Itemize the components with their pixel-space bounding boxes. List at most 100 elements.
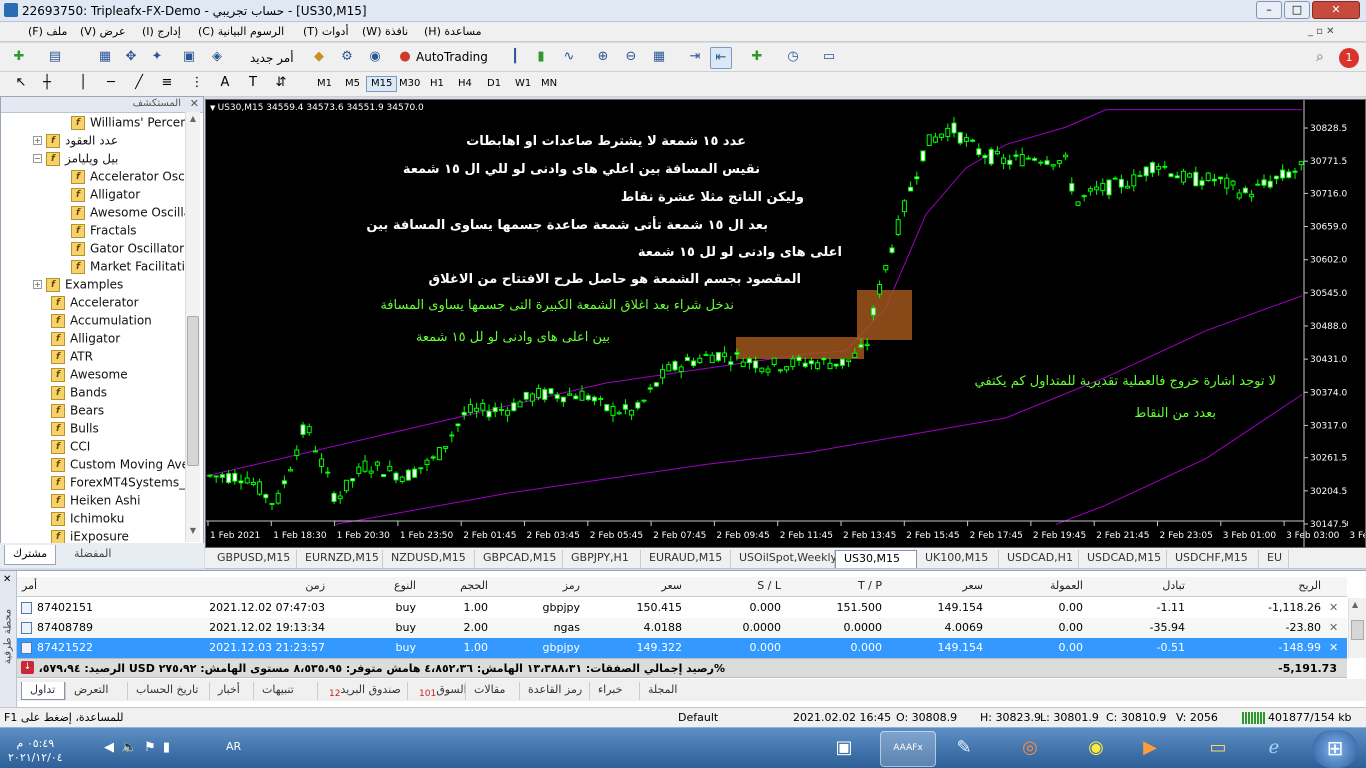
navigator-item[interactable]: f Alligator [71,187,185,205]
horizontal-line-icon[interactable]: ─ [100,73,122,95]
menu-tools[interactable]: أدوات (T) [303,25,349,38]
navigator-item[interactable]: f Accelerator [51,295,185,313]
navigator-item[interactable]: + f عدد العقود [33,133,185,151]
order-row[interactable]: 87402151 2021.12.02 07:47:03 buy 1.00 gbpjpy… [17,598,1347,618]
navigator-item[interactable]: f Fractals [71,223,185,241]
menu-file[interactable]: ملف (F) [28,25,67,38]
terminal-tab[interactable]: أخبار [209,682,253,700]
menu-help[interactable]: مساعدة (H) [424,25,482,38]
chart-tab[interactable]: GBPUSD,M15 [209,550,297,568]
menu-insert[interactable]: إدارج (I) [142,25,181,38]
chart-tab[interactable]: GBPJPY,H1 [563,550,641,568]
navigator-item[interactable]: f Heiken Ashi [51,493,185,511]
chart-tab[interactable]: USDCHF,M15 [1167,550,1259,568]
navigator-item[interactable]: f Bears [51,403,185,421]
maximize-button[interactable]: □ [1284,1,1310,19]
candlestick-icon[interactable]: ▮ [530,47,552,69]
expand-icon[interactable]: + [33,280,42,289]
start-button[interactable]: ⊞ [1312,730,1358,768]
close-button[interactable]: ✕ [1312,1,1360,19]
terminal-tab[interactable]: المجلة [639,682,689,700]
chart-canvas[interactable]: 30828.5 30771.5 30716.0 30659.0 30602.0 30545… [205,100,1366,547]
column-header-swap[interactable]: تبادل [1087,579,1185,599]
column-header-symbol[interactable]: رمز [492,579,580,599]
new-order-button[interactable]: أمر جديد [250,51,294,65]
vertical-line-icon[interactable]: │ [72,73,94,95]
chart-tab[interactable]: NZDUSD,M15 [383,550,475,568]
menu-charts[interactable]: الرسوم البيانية (C) [198,25,284,38]
language-indicator[interactable]: AR [226,740,241,753]
profiles-icon[interactable]: ▤ [44,47,66,69]
column-header-volume[interactable]: الحجم [420,579,488,599]
media-player-icon[interactable]: ▶ [1122,731,1178,767]
new-chart-icon[interactable]: ✚ [8,47,30,69]
order-row[interactable]: 87421522 2021.12.03 21:23:57 buy 1.00 gbpjpy… [17,638,1347,658]
minimize-button[interactable]: – [1256,1,1282,19]
close-order-icon[interactable]: ✕ [1329,621,1338,634]
tile-windows-icon[interactable]: ▦ [648,47,670,69]
scroll-thumb[interactable] [187,316,199,466]
tf-h1[interactable]: H1 [425,76,449,92]
text-label-icon[interactable]: T [242,73,264,95]
navigator-item[interactable]: f Awesome [51,367,185,385]
navigator-item[interactable]: f Custom Moving Ave [51,457,185,475]
tf-mn[interactable]: MN [536,76,562,92]
autoscroll-icon[interactable]: ⇥ [684,47,706,69]
tab-favorites[interactable]: المفضلة [66,545,119,565]
tab-common[interactable]: مشترك [4,545,57,565]
column-header-cur_price[interactable]: سعر [886,579,983,599]
navigator-close-icon[interactable]: ✕ [190,97,199,110]
tf-m15[interactable]: M15 [366,76,398,92]
chart-tab[interactable]: USOilSpot,Weekly [731,550,837,568]
clock[interactable]: ٠٥:٤٩ م ٢٠٢١/١٢/٠٤ [8,737,63,765]
terminal-icon[interactable]: ▣ [178,47,200,69]
terminal-scrollbar[interactable]: ▲ [1348,598,1366,658]
terminal-scroll-up-icon[interactable]: ▲ [1352,600,1358,609]
indicators-icon[interactable]: ✚ [746,47,768,69]
market-watch-icon[interactable]: ▦ [94,47,116,69]
column-header-profit[interactable]: الربح [1189,579,1321,599]
fibonacci-icon[interactable]: ⋮ [186,73,208,95]
terminal-tab[interactable]: التعرض [65,682,127,700]
navigator-item[interactable]: f Alligator [51,331,185,349]
signals-icon[interactable]: ⚙ [336,47,358,69]
tf-h4[interactable]: H4 [453,76,477,92]
tf-w1[interactable]: W1 [510,76,536,92]
navigator-item[interactable]: f ATR [51,349,185,367]
navigator-item[interactable]: + f Examples [33,277,185,295]
navigator-item[interactable]: f Market Facilitatic [71,259,185,277]
strategy-tester-icon[interactable]: ◈ [206,47,228,69]
terminal-tab[interactable]: تنبيهات [253,682,317,700]
chart-tab[interactable]: EU [1259,550,1289,568]
bar-chart-icon[interactable]: ┃ [504,47,526,69]
zoom-out-icon[interactable]: ⊖ [620,47,642,69]
crosshair-icon[interactable]: ┼ [36,73,58,95]
menu-window[interactable]: نافذة (W) [362,25,408,38]
terminal-tab[interactable]: رمز القاعدة [519,682,589,700]
chart-tab[interactable]: GBPCAD,M15 [475,550,563,568]
terminal-tab[interactable]: تداول [21,682,65,700]
arrows-icon[interactable]: ⇵ [270,73,292,95]
firefox-icon[interactable]: ◎ [1002,731,1058,767]
chart-shift-icon[interactable]: ⇤ [710,47,732,69]
column-header-price[interactable]: سعر [584,579,682,599]
market-icon[interactable]: ◉ [364,47,386,69]
close-order-icon[interactable]: ✕ [1329,641,1338,654]
channel-icon[interactable]: ≡ [156,73,178,95]
terminal-tab[interactable]: تاريخ الحساب [127,682,209,700]
cursor-icon[interactable]: ↖ [10,73,32,95]
navigator-item[interactable]: f Gator Oscillator [71,241,185,259]
line-chart-icon[interactable]: ∿ [558,47,580,69]
navigator-item[interactable]: f Accelerator Oscil [71,169,185,187]
chrome-icon[interactable]: ◉ [1068,731,1124,767]
column-header-time[interactable]: زمن [150,579,325,599]
autotrading-icon[interactable]: ● [394,47,416,69]
periods-icon[interactable]: ◷ [782,47,804,69]
column-header-type[interactable]: النوع [330,579,416,599]
tf-m1[interactable]: M1 [312,76,337,92]
close-order-icon[interactable]: ✕ [1329,601,1338,614]
chart-tab[interactable]: UK100,M15 [917,550,999,568]
data-window-icon[interactable]: ✥ [120,47,142,69]
menu-view[interactable]: عرض (V) [80,25,126,38]
tray-icons[interactable]: ◀🔈⚑▮ [104,740,177,755]
